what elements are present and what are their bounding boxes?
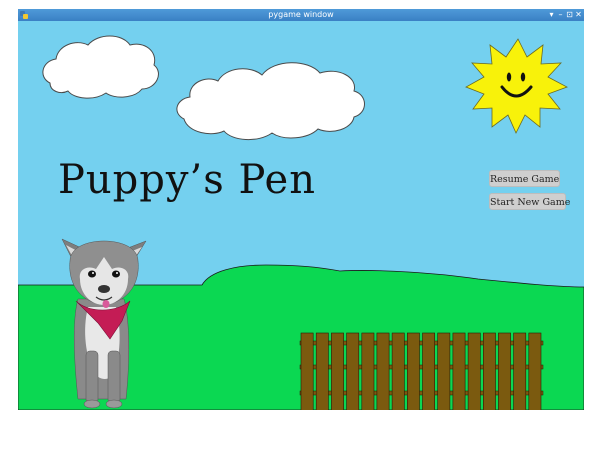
fence-picket [376, 332, 390, 410]
fence-picket [513, 332, 527, 410]
resume-game-button[interactable]: Resume Game [489, 170, 560, 187]
fence-picket [346, 332, 360, 410]
window-menu-icon[interactable]: ▾ [547, 10, 556, 20]
game-canvas[interactable]: Puppy’s Pen Resume Game Start New Game [18, 21, 584, 410]
fence-picket [498, 332, 511, 410]
fence-picket [482, 332, 496, 410]
fence-picket [467, 332, 481, 410]
fence-picket [331, 332, 344, 410]
maximize-icon[interactable]: ⊡ [565, 10, 574, 20]
fence-picket [452, 332, 466, 410]
close-icon[interactable]: ✕ [574, 10, 583, 20]
title-bar[interactable]: pygame window ▾ – ⊡ ✕ [18, 9, 584, 21]
fence-picket [437, 332, 451, 410]
fence-picket [528, 332, 542, 410]
start-new-game-button[interactable]: Start New Game [489, 193, 570, 210]
fence-picket [361, 332, 375, 410]
fence-picket [406, 332, 420, 410]
fence-picket [391, 332, 405, 410]
fence-picket [300, 332, 314, 410]
fence-picket [315, 332, 329, 410]
game-title: Puppy’s Pen [58, 157, 316, 203]
fence-picket [422, 332, 435, 410]
minimize-icon[interactable]: – [556, 10, 565, 20]
scene-artwork [18, 21, 584, 410]
window-title: pygame window [268, 10, 334, 19]
pygame-window: pygame window ▾ – ⊡ ✕ Puppy’s Pen Resume… [18, 9, 584, 410]
